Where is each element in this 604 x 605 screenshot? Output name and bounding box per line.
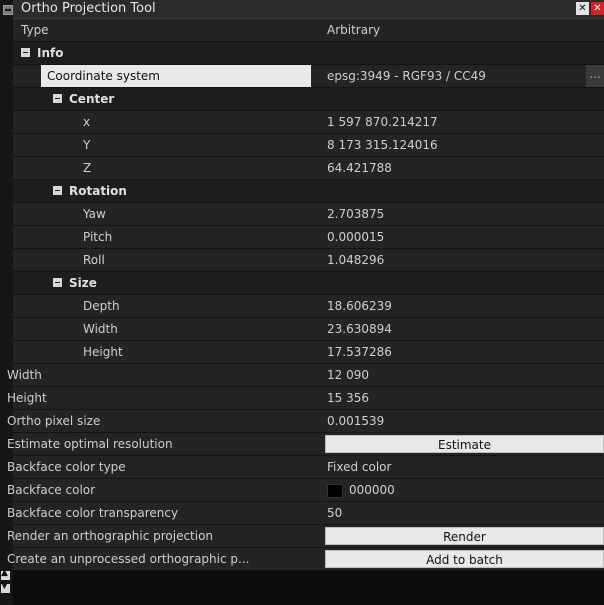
value-size-width[interactable]: 23.630894 xyxy=(323,318,604,340)
add-to-batch-button[interactable]: Add to batch xyxy=(325,550,604,568)
collapse-center-icon[interactable] xyxy=(53,94,62,103)
value-size-height[interactable]: 17.537286 xyxy=(323,341,604,363)
row-coordinate-system[interactable]: Coordinate system epsg:3949 - RGF93 / CC… xyxy=(13,65,604,88)
value-yaw[interactable]: 2.703875 xyxy=(323,203,604,225)
label-coordinate-system: Coordinate system xyxy=(41,65,311,87)
value-width[interactable]: 12 090 xyxy=(323,364,604,386)
value-center-z[interactable]: 64.421788 xyxy=(323,157,604,179)
label-backface-transparency: Backface color transparency xyxy=(7,506,179,520)
scroll-down-icon[interactable]: ▼ xyxy=(1,581,10,593)
row-backface-color[interactable]: Backface color 000000 xyxy=(7,479,604,502)
label-backface-color: Backface color xyxy=(7,483,96,497)
collapse-info-icon[interactable] xyxy=(21,48,30,57)
estimate-button[interactable]: Estimate xyxy=(325,435,604,453)
row-yaw[interactable]: Yaw 2.703875 xyxy=(13,203,604,226)
label-type: Type xyxy=(21,23,49,37)
label-roll: Roll xyxy=(83,253,105,267)
row-roll[interactable]: Roll 1.048296 xyxy=(13,249,604,272)
row-ortho-pixel-size[interactable]: Ortho pixel size 0.001539 xyxy=(7,410,604,433)
section-size-title: Size xyxy=(69,276,97,290)
row-estimate: Estimate optimal resolution Estimate xyxy=(7,433,604,456)
collapse-size-icon[interactable] xyxy=(53,278,62,287)
label-center-z: Z xyxy=(83,161,92,175)
label-batch: Create an unprocessed orthographic p... xyxy=(7,552,250,566)
row-center-y[interactable]: Y 8 173 315.124016 xyxy=(13,134,604,157)
label-pitch: Pitch xyxy=(83,230,113,244)
close-icon[interactable]: ✕ xyxy=(591,2,604,15)
collapse-rotation-icon[interactable] xyxy=(53,186,62,195)
row-backface-type[interactable]: Backface color type Fixed color xyxy=(7,456,604,479)
value-ortho-pixel-size[interactable]: 0.001539 xyxy=(323,410,604,432)
window-title: Ortho Projection Tool xyxy=(21,1,156,16)
scroll-arrows: ▲ ▼ xyxy=(1,568,12,597)
row-size-width[interactable]: Width 23.630894 xyxy=(13,318,604,341)
row-center-x[interactable]: x 1 597 870.214217 xyxy=(13,111,604,134)
row-width[interactable]: Width 12 090 xyxy=(7,364,604,387)
backface-color-hex: 000000 xyxy=(349,483,395,497)
scroll-up-icon[interactable]: ▲ xyxy=(1,568,10,580)
row-backface-transparency[interactable]: Backface color transparency 50 xyxy=(7,502,604,525)
property-grid: Type Arbitrary Info Coordinate system ep… xyxy=(7,19,604,571)
value-depth[interactable]: 18.606239 xyxy=(323,295,604,317)
label-height: Height xyxy=(7,391,47,405)
label-ortho-pixel-size: Ortho pixel size xyxy=(7,414,101,428)
label-size-width: Width xyxy=(83,322,118,336)
value-backface-type[interactable]: Fixed color xyxy=(323,456,604,478)
label-center-x: x xyxy=(83,115,91,129)
label-yaw: Yaw xyxy=(83,207,106,221)
label-width: Width xyxy=(7,368,42,382)
label-estimate: Estimate optimal resolution xyxy=(7,437,173,451)
value-center-x[interactable]: 1 597 870.214217 xyxy=(323,111,604,133)
float-window-icon[interactable]: ✕ xyxy=(576,2,589,15)
value-backface-transparency[interactable]: 50 xyxy=(323,502,604,524)
row-render: Render an orthographic projection Render xyxy=(7,525,604,548)
section-center[interactable]: Center xyxy=(13,88,604,111)
value-type[interactable]: Arbitrary xyxy=(323,19,604,41)
value-height[interactable]: 15 356 xyxy=(323,387,604,409)
label-backface-type: Backface color type xyxy=(7,460,126,474)
section-info-title: Info xyxy=(37,46,64,60)
section-rotation-title: Rotation xyxy=(69,184,127,198)
row-size-height[interactable]: Height 17.537286 xyxy=(13,341,604,364)
section-rotation[interactable]: Rotation xyxy=(13,180,604,203)
row-batch: Create an unprocessed orthographic p... … xyxy=(7,548,604,571)
value-roll[interactable]: 1.048296 xyxy=(323,249,604,271)
row-center-z[interactable]: Z 64.421788 xyxy=(13,157,604,180)
row-pitch[interactable]: Pitch 0.000015 xyxy=(13,226,604,249)
color-swatch[interactable] xyxy=(327,483,343,498)
row-type[interactable]: Type Arbitrary xyxy=(13,19,604,42)
value-center-y[interactable]: 8 173 315.124016 xyxy=(323,134,604,156)
value-coordinate-system[interactable]: epsg:3949 - RGF93 / CC49 xyxy=(323,65,604,87)
label-depth: Depth xyxy=(83,299,120,313)
value-pitch[interactable]: 0.000015 xyxy=(323,226,604,248)
row-depth[interactable]: Depth 18.606239 xyxy=(13,295,604,318)
collapse-panel-button[interactable] xyxy=(3,5,13,15)
section-center-title: Center xyxy=(69,92,115,106)
value-backface-color[interactable]: 000000 xyxy=(323,479,604,501)
row-height[interactable]: Height 15 356 xyxy=(7,387,604,410)
section-size[interactable]: Size xyxy=(13,272,604,295)
section-info[interactable]: Info xyxy=(13,42,604,65)
title-bar: Ortho Projection Tool ✕ ✕ xyxy=(13,0,604,19)
label-size-height: Height xyxy=(83,345,123,359)
render-button[interactable]: Render xyxy=(325,527,604,545)
label-center-y: Y xyxy=(83,138,91,152)
coordinate-system-browse-button[interactable]: ... xyxy=(586,65,604,87)
label-render: Render an orthographic projection xyxy=(7,529,214,543)
